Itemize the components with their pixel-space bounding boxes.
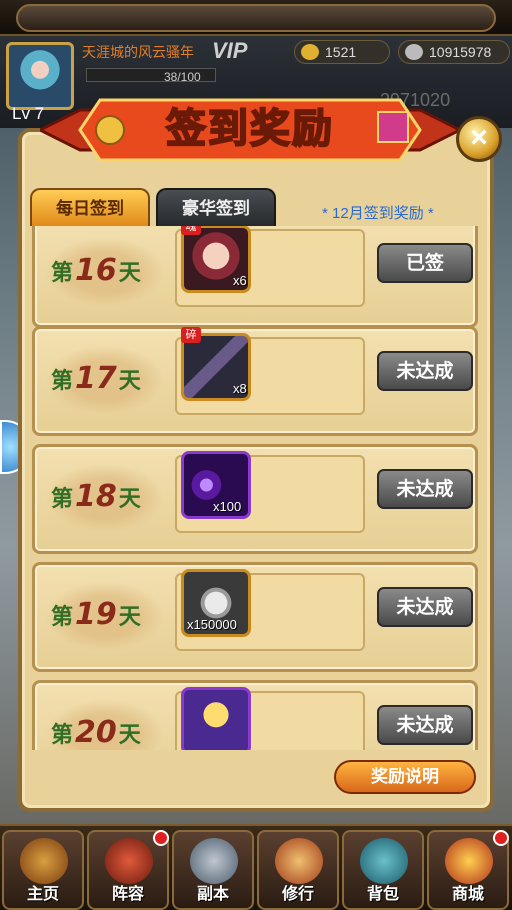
energy-text: 38/100: [164, 70, 201, 84]
player-name: 天涯城的风云骚年: [82, 45, 194, 61]
nav-formation[interactable]: 阵容: [87, 830, 169, 910]
reward-row: 第17天 碎 x8 未达成: [32, 326, 478, 436]
reward-quantity: x8: [233, 381, 247, 396]
tab-daily-sign-in[interactable]: 每日签到: [30, 188, 150, 226]
day-label: 第18天: [51, 479, 141, 514]
nav-dungeon[interactable]: 副本: [172, 830, 254, 910]
gold-value: 1521: [325, 44, 357, 60]
day-label: 第17天: [51, 361, 141, 396]
silver-value: 10915978: [429, 44, 492, 60]
reward-explanation-button[interactable]: 奖励说明: [334, 760, 476, 794]
medal-icon[interactable]: [181, 687, 251, 750]
vip-badge[interactable]: VIP: [212, 38, 247, 64]
drum-icon: [275, 838, 323, 884]
reward-quantity: x100: [213, 499, 242, 514]
reward-row: 第19天 x150000 未达成: [32, 562, 478, 672]
day-label: 第16天: [51, 253, 141, 288]
nav-home-label: 主页: [26, 884, 59, 903]
formation-icon: [105, 838, 153, 884]
reward-list[interactable]: 第16天 魂 x6 已签 第17天 碎 x8 未达成 第18天 x100 未达成…: [24, 226, 488, 750]
nav-shop[interactable]: 商城: [427, 830, 509, 910]
title-banner: [40, 98, 460, 162]
nav-training[interactable]: 修行: [257, 830, 339, 910]
nav-shop-label: 商城: [451, 884, 484, 903]
tab-deluxe-sign-in[interactable]: 豪华签到: [156, 188, 276, 226]
reward-quantity: x6: [233, 273, 247, 288]
day-label: 第19天: [51, 597, 141, 632]
close-button[interactable]: ×: [456, 116, 502, 162]
reward-row: 第20天 未达成: [32, 680, 478, 750]
nav-bag-label: 背包: [366, 884, 399, 903]
not-reached-button[interactable]: 未达成: [377, 351, 473, 391]
treasure-chest-icon: [445, 838, 493, 884]
bag-icon: [360, 838, 408, 884]
reward-quantity: x150000: [187, 617, 237, 632]
notification-dot: [153, 830, 169, 846]
notification-dot: [493, 830, 509, 846]
nav-home[interactable]: 主页: [2, 830, 84, 910]
palace-icon: [20, 838, 68, 884]
not-reached-button[interactable]: 未达成: [377, 705, 473, 745]
not-reached-button[interactable]: 未达成: [377, 469, 473, 509]
soul-tag: 魂: [181, 226, 201, 235]
top-bar: [0, 0, 512, 36]
silver-coin-icon: [405, 44, 423, 60]
silver-counter: 10915978: [398, 40, 510, 64]
gold-ingot-icon: [301, 44, 319, 60]
top-slot: [16, 4, 496, 32]
nav-training-label: 修行: [281, 884, 314, 903]
bottom-nav: 主页 阵容 副本 修行 背包 商城: [0, 824, 512, 910]
nav-formation-label: 阵容: [111, 884, 144, 903]
nav-dungeon-label: 副本: [196, 884, 229, 903]
crossed-swords-icon: [190, 838, 238, 884]
nav-bag[interactable]: 背包: [342, 830, 424, 910]
not-reached-button[interactable]: 未达成: [377, 587, 473, 627]
month-reward-label: * 12月签到奖励 *: [322, 205, 434, 222]
day-label: 第20天: [51, 715, 141, 750]
reward-row: 第16天 魂 x6 已签: [32, 226, 478, 328]
gold-counter: 1521: [294, 40, 390, 64]
fragment-tag: 碎: [181, 327, 201, 343]
reward-row: 第18天 x100 未达成: [32, 444, 478, 554]
signed-button[interactable]: 已签: [377, 243, 473, 283]
